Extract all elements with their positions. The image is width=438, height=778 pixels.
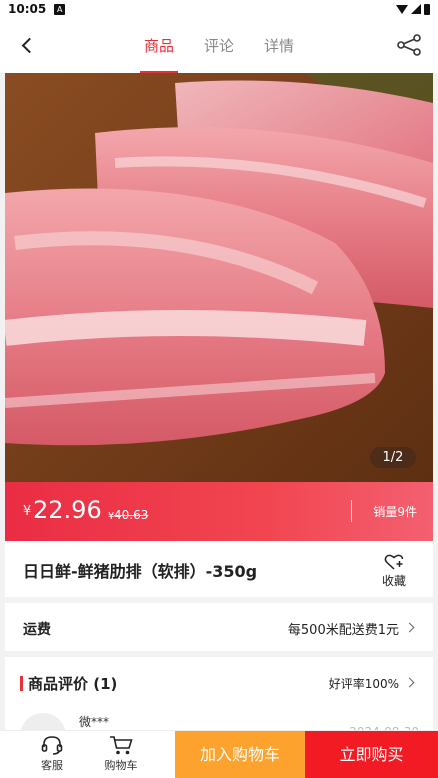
status-bar: 10:05 A <box>0 0 438 18</box>
buy-now-button[interactable]: 立即购买 <box>305 731 438 778</box>
tab-details[interactable]: 详情 <box>260 18 298 73</box>
headset-icon <box>41 736 63 755</box>
tab-product[interactable]: 商品 <box>139 18 178 73</box>
heart-add-icon <box>384 554 404 570</box>
chevron-right-icon <box>404 622 415 633</box>
positive-rate[interactable]: 好评率100% <box>329 675 399 692</box>
price-currency: ¥ <box>23 504 32 519</box>
customer-service-button[interactable]: 客服 <box>24 734 80 773</box>
status-time: 10:05 <box>8 2 47 16</box>
product-image-carousel[interactable]: 1/2 <box>5 73 433 482</box>
wifi-icon <box>396 4 408 14</box>
share-icon[interactable] <box>396 34 422 56</box>
customer-service-label: 客服 <box>41 759 63 772</box>
bottom-action-bar: 客服 购物车 加入购物车 立即购买 <box>0 730 438 778</box>
favorite-label: 收藏 <box>381 574 406 588</box>
sales-count: 销量9件 <box>373 505 417 519</box>
section-marker <box>20 676 23 691</box>
cart-icon <box>110 736 133 755</box>
chevron-left-icon <box>21 37 37 53</box>
tab-bar: 商品 评论 详情 <box>0 18 438 73</box>
price-divider <box>351 500 352 522</box>
battery-icon <box>424 3 430 15</box>
original-price: 40.63 <box>114 508 149 522</box>
header: 商品 评论 详情 <box>0 18 438 73</box>
product-title-section: 日日鲜-鲜猪肋排（软排）-350g 收藏 <box>5 541 433 597</box>
product-detail-page: 10:05 A 商品 评论 详情 1/2 ¥ 22.96 ¥ 40.63 销量9… <box>0 0 438 778</box>
review-username: 微*** <box>79 715 110 729</box>
shipping-value: 每500米配送费1元 <box>287 623 399 638</box>
pork-ribs-image <box>5 73 433 482</box>
cart-button[interactable]: 购物车 <box>93 734 149 773</box>
image-counter: 1/2 <box>370 447 416 468</box>
tab-reviews[interactable]: 评论 <box>200 18 238 73</box>
product-title: 日日鲜-鲜猪肋排（软排）-350g <box>23 562 258 581</box>
shipping-row[interactable]: 运费 每500米配送费1元 <box>5 603 433 651</box>
chevron-right-icon[interactable] <box>404 677 415 688</box>
notification-icon: A <box>54 3 66 15</box>
cart-label: 购物车 <box>104 759 138 772</box>
favorite-button[interactable]: 收藏 <box>377 553 411 589</box>
back-button[interactable] <box>14 32 40 58</box>
price-bar: ¥ 22.96 ¥ 40.63 销量9件 <box>5 482 433 541</box>
add-to-cart-button[interactable]: 加入购物车 <box>175 731 305 778</box>
reviews-title: 商品评价 (1) <box>28 675 118 693</box>
shipping-label: 运费 <box>23 622 51 638</box>
status-icons <box>396 3 430 15</box>
current-price: 22.96 <box>33 496 102 524</box>
signal-icon <box>411 4 421 14</box>
